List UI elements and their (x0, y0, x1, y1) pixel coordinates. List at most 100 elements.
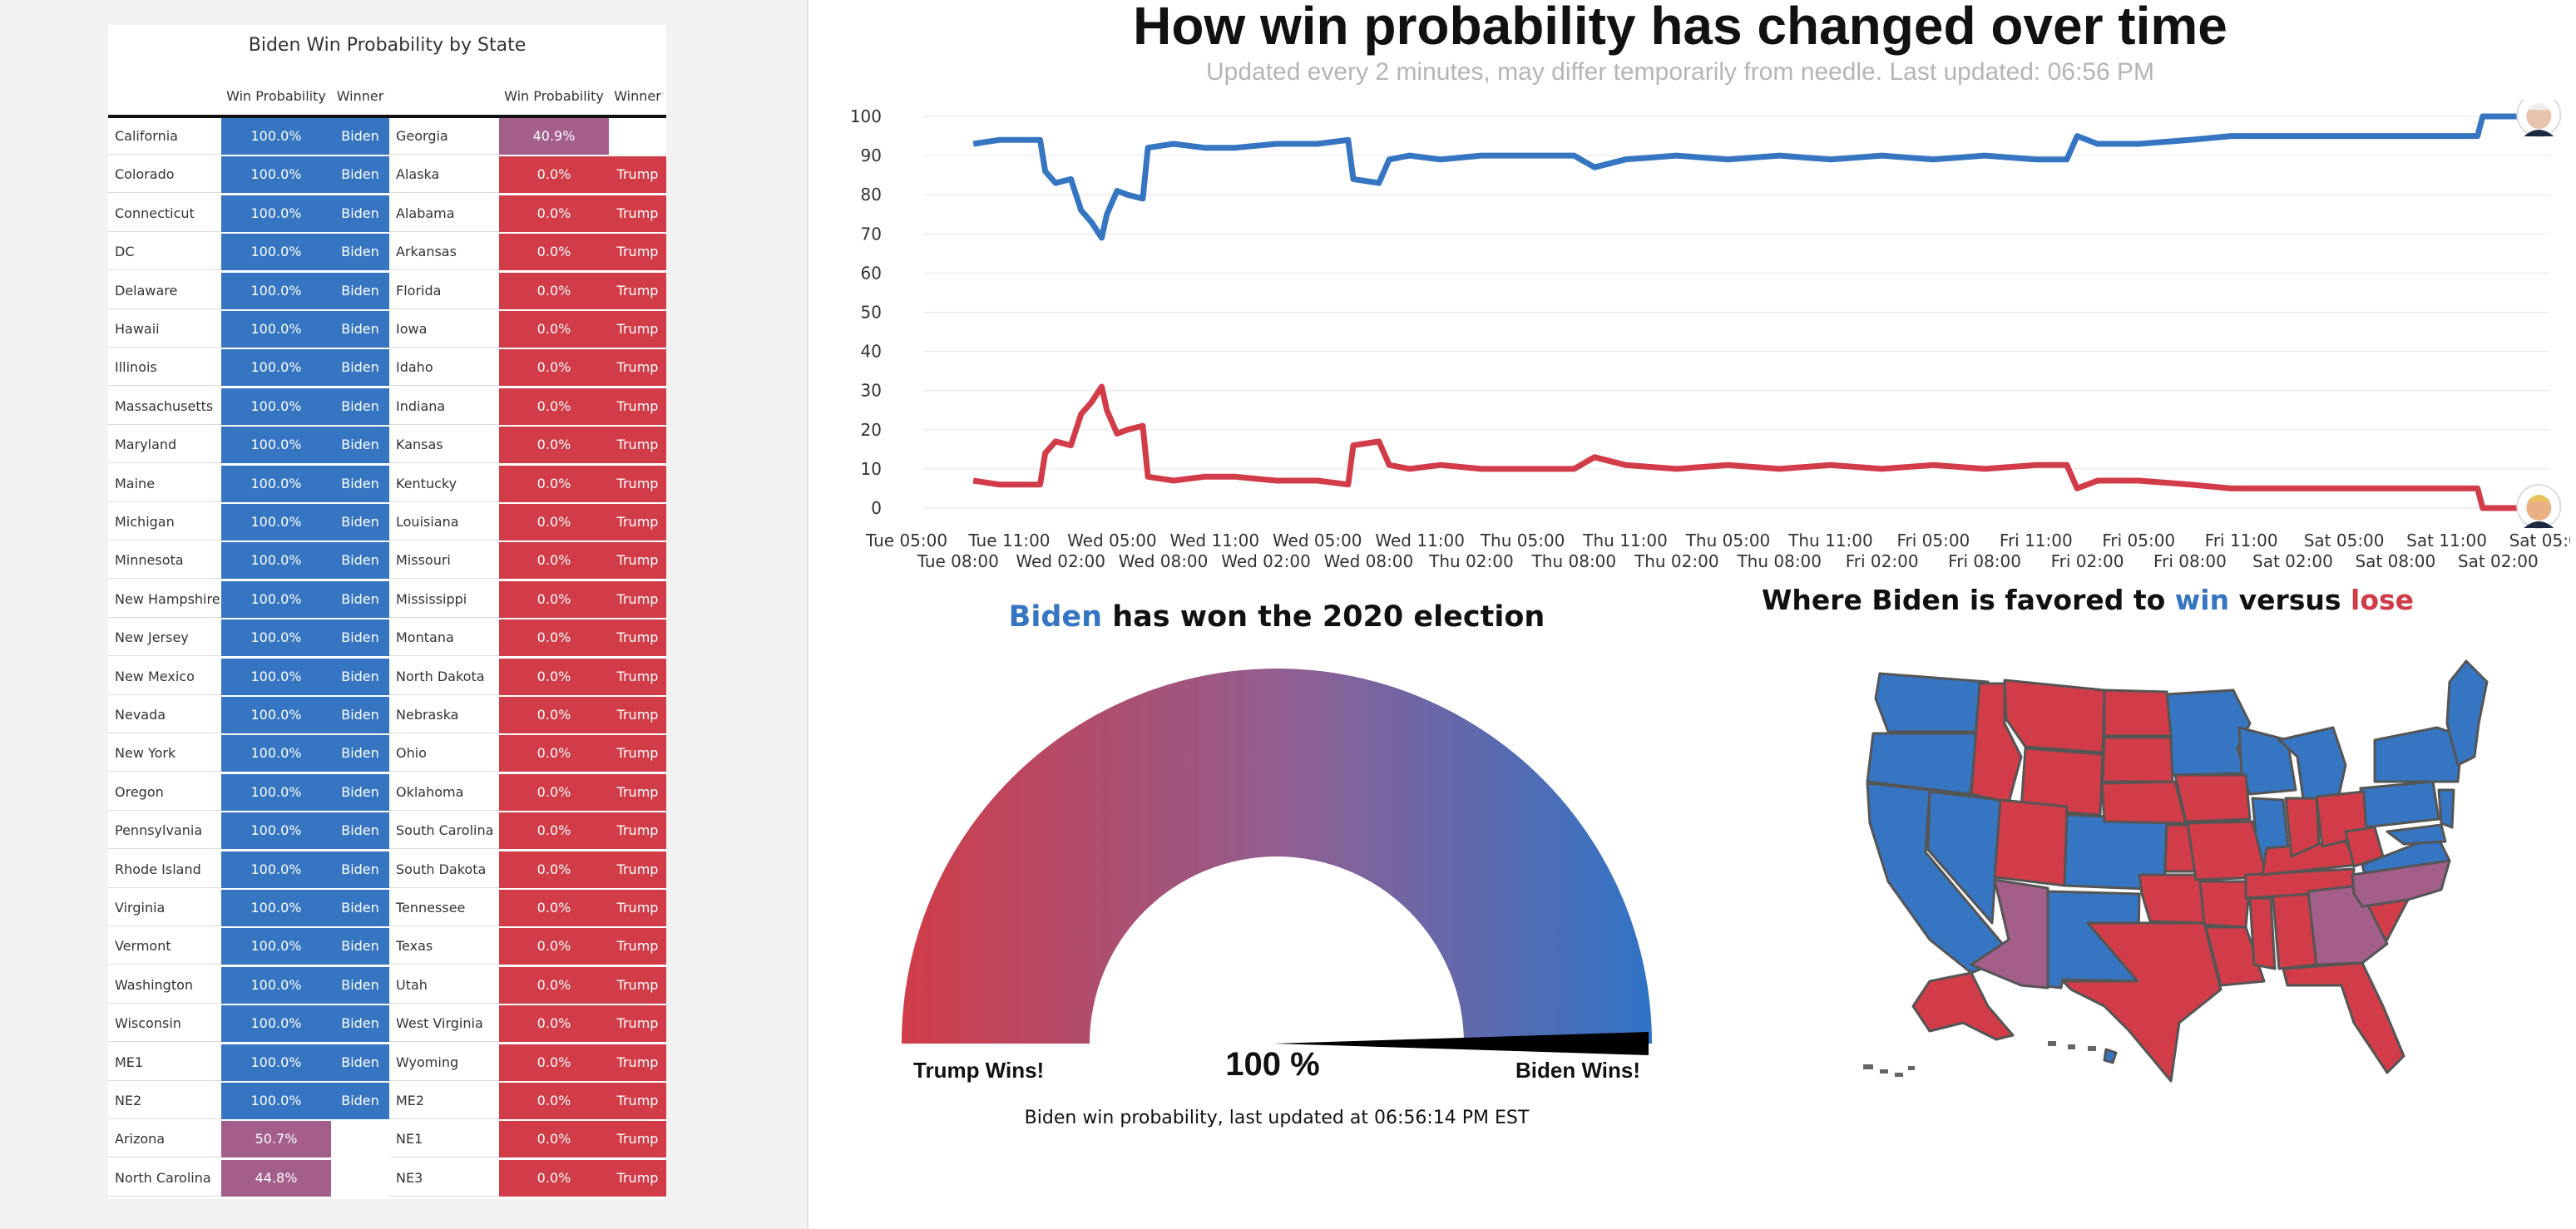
column-header-win-probability-right[interactable]: Win Probability (499, 88, 609, 113)
x-tick-label: Fri 11:00 (2000, 531, 2073, 550)
map-state-alaska[interactable] (1911, 971, 2015, 1041)
state-name: South Dakota (389, 851, 499, 888)
win-probability-cell: 0.0% (499, 1044, 609, 1081)
table-row: Maine 100.0% Biden Kentucky 0.0% Trump (108, 465, 666, 504)
x-tick-label: Sat 05:00 (2304, 531, 2385, 550)
winner-cell: Biden (331, 890, 389, 926)
y-tick-label: 80 (861, 185, 882, 205)
winner-cell: Biden (331, 311, 389, 348)
win-probability-cell: 0.0% (499, 928, 609, 965)
table-row: Maryland 100.0% Biden Kansas 0.0% Trump (108, 427, 666, 465)
map-state-missouri[interactable] (2186, 820, 2268, 881)
map-state-oklahoma[interactable] (2138, 873, 2206, 925)
state-name: Maine (108, 466, 221, 502)
win-probability-cell: 50.7% (221, 1121, 331, 1158)
state-name: Maryland (108, 427, 221, 464)
table-row: Oregon 100.0% Biden Oklahoma 0.0% Trump (108, 773, 666, 812)
map-state-nebraska[interactable] (2100, 780, 2188, 825)
x-tick-label: Thu 08:00 (1736, 551, 1822, 571)
map-state-new-york[interactable] (2373, 726, 2464, 783)
x-tick-label: Sat 02:00 (2458, 551, 2539, 571)
winner-cell: Trump (609, 928, 666, 965)
state-name: Alabama (389, 195, 499, 232)
winner-cell: Trump (609, 735, 666, 772)
state-name: Oklahoma (389, 774, 499, 811)
win-probability-cell: 100.0% (221, 697, 331, 733)
winner-cell: Trump (609, 1159, 666, 1197)
map-state-new-jersey[interactable] (2437, 788, 2455, 829)
win-probability-cell: 0.0% (499, 697, 609, 733)
map-title-mid: versus (2229, 584, 2351, 616)
map-state-minnesota[interactable] (2165, 689, 2252, 777)
win-probability-cell: 0.0% (499, 619, 609, 657)
map-state-utah[interactable] (1993, 798, 2069, 887)
winner-cell: Trump (609, 387, 666, 425)
x-tick-label: Fri 02:00 (2051, 551, 2124, 571)
x-tick-label: Fri 02:00 (1846, 551, 1919, 571)
winner-cell (331, 1121, 389, 1157)
x-tick-label: Wed 11:00 (1375, 531, 1465, 550)
map-state-arkansas[interactable] (2198, 880, 2252, 929)
winner-cell: Biden (331, 580, 389, 618)
win-probability-cell: 100.0% (221, 504, 331, 540)
table-row: DC 100.0% Biden Arkansas 0.0% Trump (108, 234, 666, 272)
map-state-pennsylvania[interactable] (2359, 780, 2440, 829)
map-state-new-england[interactable] (2445, 659, 2489, 767)
y-tick-label: 100 (850, 106, 882, 126)
map-state-maryland[interactable] (2386, 823, 2447, 846)
map-state-hawaii[interactable] (2103, 1048, 2118, 1064)
win-probability-cell: 100.0% (221, 1083, 331, 1119)
win-probability-cell: 100.0% (221, 156, 331, 194)
win-probability-cell: 0.0% (499, 966, 609, 1004)
state-name: New Mexico (108, 659, 221, 695)
win-probability-cell: 0.0% (499, 195, 609, 232)
win-probability-cell: 100.0% (221, 118, 331, 155)
state-name: Iowa (389, 311, 499, 348)
x-tick-label: Sat 11:00 (2406, 531, 2487, 550)
state-name: North Carolina (108, 1160, 221, 1197)
winner-cell: Trump (609, 619, 666, 657)
probability-gauge (902, 669, 1652, 1055)
win-probability-cell: 100.0% (221, 427, 331, 464)
winner-cell: Biden (331, 465, 389, 502)
state-name: Colorado (108, 156, 221, 194)
map-state-iowa[interactable] (2173, 773, 2252, 823)
x-tick-label: Wed 11:00 (1170, 531, 1260, 550)
map-state-washington[interactable] (1874, 672, 1990, 733)
winner-cell: Biden (331, 658, 389, 695)
column-header-winner-right[interactable]: Winner (609, 88, 666, 113)
win-probability-cell: 100.0% (221, 851, 331, 888)
state-name: Montana (389, 619, 499, 657)
map-state-south-dakota[interactable] (2101, 736, 2174, 783)
map-state-north-dakota[interactable] (2103, 689, 2173, 738)
state-name: Alaska (389, 156, 499, 194)
state-name: New York (108, 735, 221, 772)
win-probability-cell: 100.0% (221, 542, 331, 580)
state-name: ME1 (108, 1044, 221, 1081)
table-row: New York 100.0% Biden Ohio 0.0% Trump (108, 735, 666, 773)
state-name: Texas (389, 928, 499, 965)
x-tick-label: Fri 08:00 (1948, 551, 2021, 571)
state-name: South Carolina (389, 812, 499, 850)
map-state-florida[interactable] (2282, 961, 2405, 1074)
winner-cell (331, 1160, 389, 1197)
win-probability-cell: 44.8% (221, 1159, 331, 1197)
win-probability-cell: 100.0% (221, 580, 331, 618)
table-row: New Jersey 100.0% Biden Montana 0.0% Trump (108, 619, 666, 658)
column-header-win-probability-left[interactable]: Win Probability (221, 88, 331, 113)
x-tick-label: Wed 05:00 (1067, 531, 1157, 550)
column-header-winner-left[interactable]: Winner (331, 88, 389, 113)
state-name: Georgia (389, 118, 499, 155)
winner-cell: Biden (331, 272, 389, 309)
table-row: Hawaii 100.0% Biden Iowa 0.0% Trump (108, 311, 666, 349)
map-state-montana[interactable] (2003, 679, 2106, 754)
state-name: DC (108, 234, 221, 271)
map-state-mississippi[interactable] (2248, 896, 2277, 970)
x-tick-label: Thu 05:00 (1685, 531, 1771, 550)
win-probability-cell: 0.0% (499, 349, 609, 387)
table-row: North Carolina 44.8% NE3 0.0% Trump (108, 1159, 666, 1198)
gauge-label-biden: Biden Wins! (1515, 1058, 1640, 1083)
win-probability-cell: 0.0% (499, 1005, 609, 1043)
winner-cell: Trump (609, 851, 666, 888)
state-name: Delaware (108, 273, 221, 309)
